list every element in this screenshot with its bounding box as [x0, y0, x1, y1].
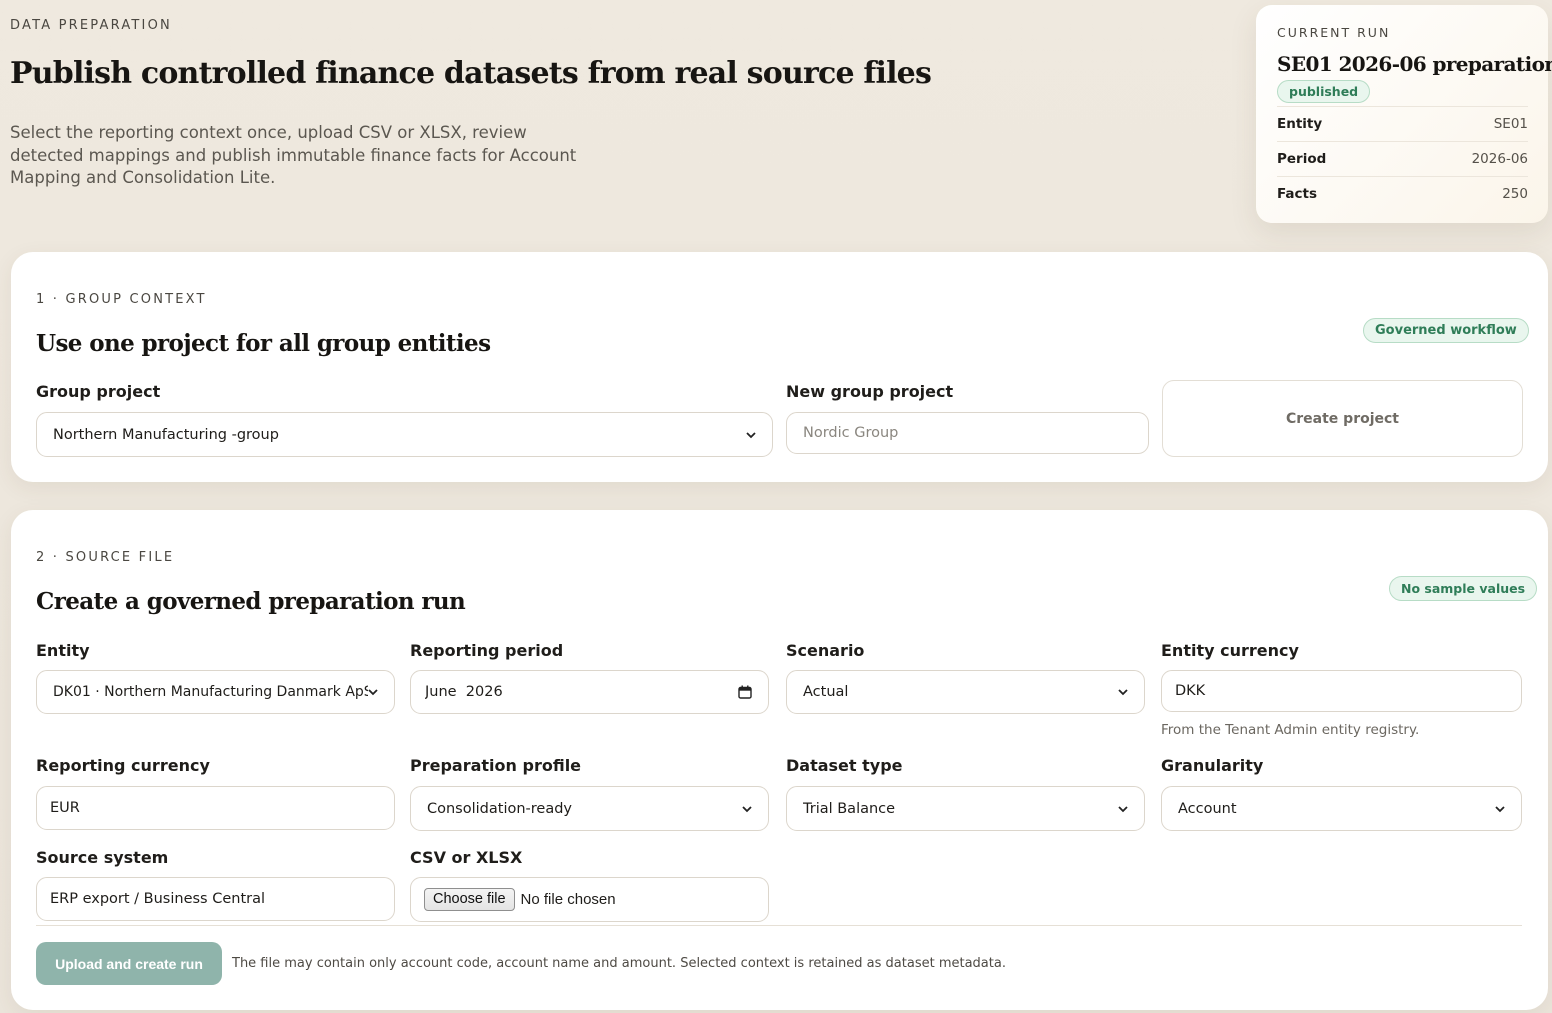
current-run-eyebrow: CURRENT RUN: [1277, 25, 1391, 40]
group-context-title: Use one project for all group entities: [36, 330, 491, 357]
preparation-profile-value: Consolidation-ready: [427, 800, 572, 817]
page-eyebrow: DATA PREPARATION: [10, 18, 172, 33]
chevron-down-icon: [368, 689, 378, 696]
group-context-panel: 1 · GROUP CONTEXT Use one project for al…: [11, 252, 1548, 482]
scenario-label: Scenario: [786, 641, 865, 660]
reporting-period-input[interactable]: June 2026: [410, 670, 769, 714]
entity-currency-input[interactable]: DKK: [1161, 670, 1522, 712]
group-context-eyebrow: 1 · GROUP CONTEXT: [36, 292, 207, 307]
reporting-currency-label: Reporting currency: [36, 756, 210, 775]
preparation-profile-label: Preparation profile: [410, 756, 582, 775]
form-divider: [36, 925, 1522, 926]
source-file-panel: 2 · SOURCE FILE Create a governed prepar…: [11, 510, 1548, 1010]
upload-and-create-run-button[interactable]: Upload and create run: [36, 942, 222, 985]
group-project-value: Northern Manufacturing -group: [53, 426, 279, 443]
group-project-label: Group project: [36, 382, 161, 401]
group-project-select[interactable]: Northern Manufacturing -group: [36, 412, 773, 457]
file-upload-input[interactable]: Choose file No file chosen: [410, 877, 769, 922]
page-title: Publish controlled finance datasets from…: [10, 56, 932, 91]
source-system-input[interactable]: ERP export / Business Central: [36, 877, 395, 921]
entity-select[interactable]: DK01 · Northern Manufacturing Danmark Ap…: [36, 670, 395, 714]
chevron-down-icon: [1495, 805, 1505, 812]
current-run-card: CURRENT RUN SE01 2026-06 preparation pub…: [1256, 5, 1552, 223]
dataset-type-label: Dataset type: [786, 756, 903, 775]
current-run-title: SE01 2026-06 preparation: [1277, 52, 1552, 76]
governed-workflow-badge: Governed workflow: [1363, 318, 1529, 343]
entity-value: DK01 · Northern Manufacturing Danmark Ap…: [53, 684, 368, 700]
run-period-row: Period 2026-06: [1277, 141, 1528, 176]
run-facts-row: Facts 250: [1277, 176, 1528, 211]
granularity-value: Account: [1178, 800, 1237, 817]
file-status-text: No file chosen: [520, 891, 616, 908]
run-period-value: 2026-06: [1471, 151, 1528, 167]
scenario-select[interactable]: Actual: [786, 670, 1145, 714]
preparation-profile-select[interactable]: Consolidation-ready: [410, 786, 769, 831]
entity-currency-label: Entity currency: [1161, 641, 1299, 660]
no-sample-values-badge: No sample values: [1389, 576, 1538, 601]
reporting-currency-input[interactable]: EUR: [36, 786, 395, 830]
entity-label: Entity: [36, 641, 90, 660]
source-system-label: Source system: [36, 848, 169, 867]
chevron-down-icon: [1118, 805, 1128, 812]
create-project-button[interactable]: Create project: [1162, 380, 1523, 457]
run-entity-value: SE01: [1493, 116, 1528, 132]
run-period-label: Period: [1277, 151, 1327, 167]
chevron-down-icon: [746, 431, 756, 438]
chevron-down-icon: [742, 805, 752, 812]
chevron-down-icon: [1118, 689, 1128, 696]
dataset-type-value: Trial Balance: [803, 800, 896, 817]
page-description: Select the reporting context once, uploa…: [10, 123, 577, 187]
run-facts-label: Facts: [1277, 186, 1318, 202]
entity-currency-value: DKK: [1175, 683, 1206, 699]
reporting-period-label: Reporting period: [410, 641, 564, 660]
calendar-icon[interactable]: [738, 685, 752, 699]
new-group-project-input[interactable]: Nordic Group: [786, 412, 1149, 454]
file-upload-label: CSV or XLSX: [410, 848, 523, 867]
scenario-value: Actual: [803, 684, 849, 700]
reporting-currency-value: EUR: [50, 800, 80, 816]
run-entity-label: Entity: [1277, 116, 1323, 132]
new-group-project-label: New group project: [786, 382, 954, 401]
source-system-value: ERP export / Business Central: [50, 891, 266, 907]
granularity-label: Granularity: [1161, 756, 1264, 775]
entity-currency-hint: From the Tenant Admin entity registry.: [1161, 722, 1420, 738]
run-status-badge: published: [1277, 80, 1371, 103]
source-file-eyebrow: 2 · SOURCE FILE: [36, 550, 175, 565]
granularity-select[interactable]: Account: [1161, 786, 1522, 831]
run-facts-value: 250: [1502, 186, 1528, 202]
source-file-title: Create a governed preparation run: [36, 588, 466, 615]
reporting-period-value: June 2026: [425, 684, 503, 700]
new-group-project-placeholder: Nordic Group: [803, 425, 899, 441]
upload-footnote: The file may contain only account code, …: [232, 956, 1006, 971]
choose-file-button[interactable]: Choose file: [424, 888, 515, 911]
run-entity-row: Entity SE01: [1277, 106, 1528, 141]
dataset-type-select[interactable]: Trial Balance: [786, 786, 1145, 831]
